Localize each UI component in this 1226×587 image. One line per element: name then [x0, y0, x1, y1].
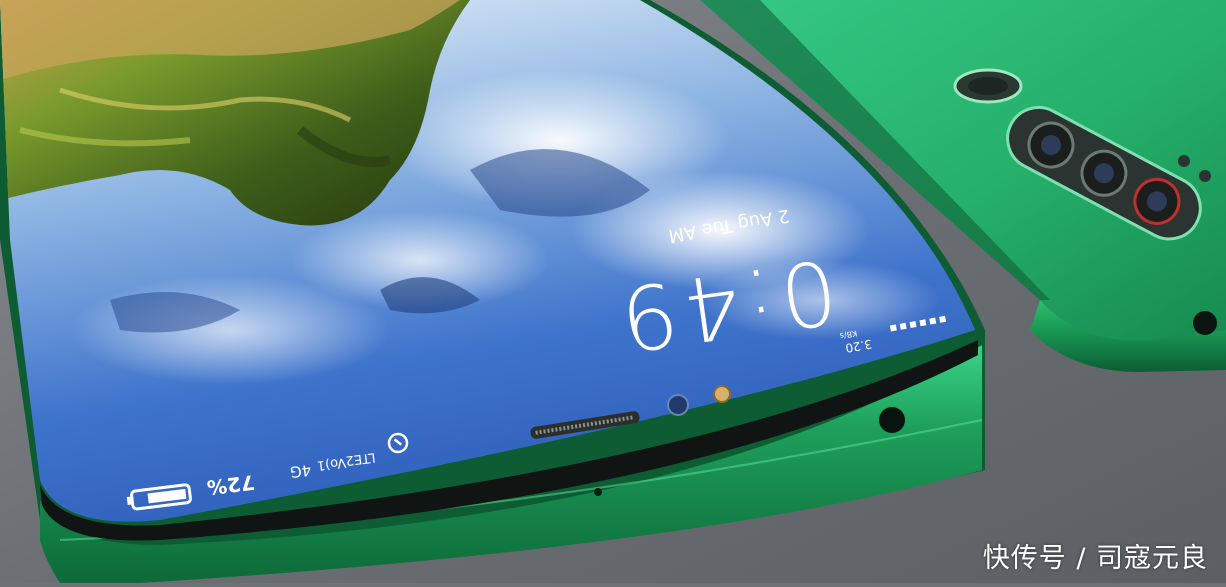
watermark: 快传号 / 司寇元良: [982, 543, 1208, 574]
front-camera: [667, 394, 689, 416]
scene-art: 72% 4G Vo)1 LTE2 3.20 KB/s 0:49 2 Aug Tu…: [0, 0, 1226, 583]
headphone-jack: [879, 407, 905, 433]
photo-scene: 72% 4G Vo)1 LTE2 3.20 KB/s 0:49 2 Aug Tu…: [0, 0, 1226, 583]
network-label: 4G: [289, 461, 312, 481]
mic-hole: [594, 488, 602, 496]
front-sensor: [713, 385, 731, 403]
